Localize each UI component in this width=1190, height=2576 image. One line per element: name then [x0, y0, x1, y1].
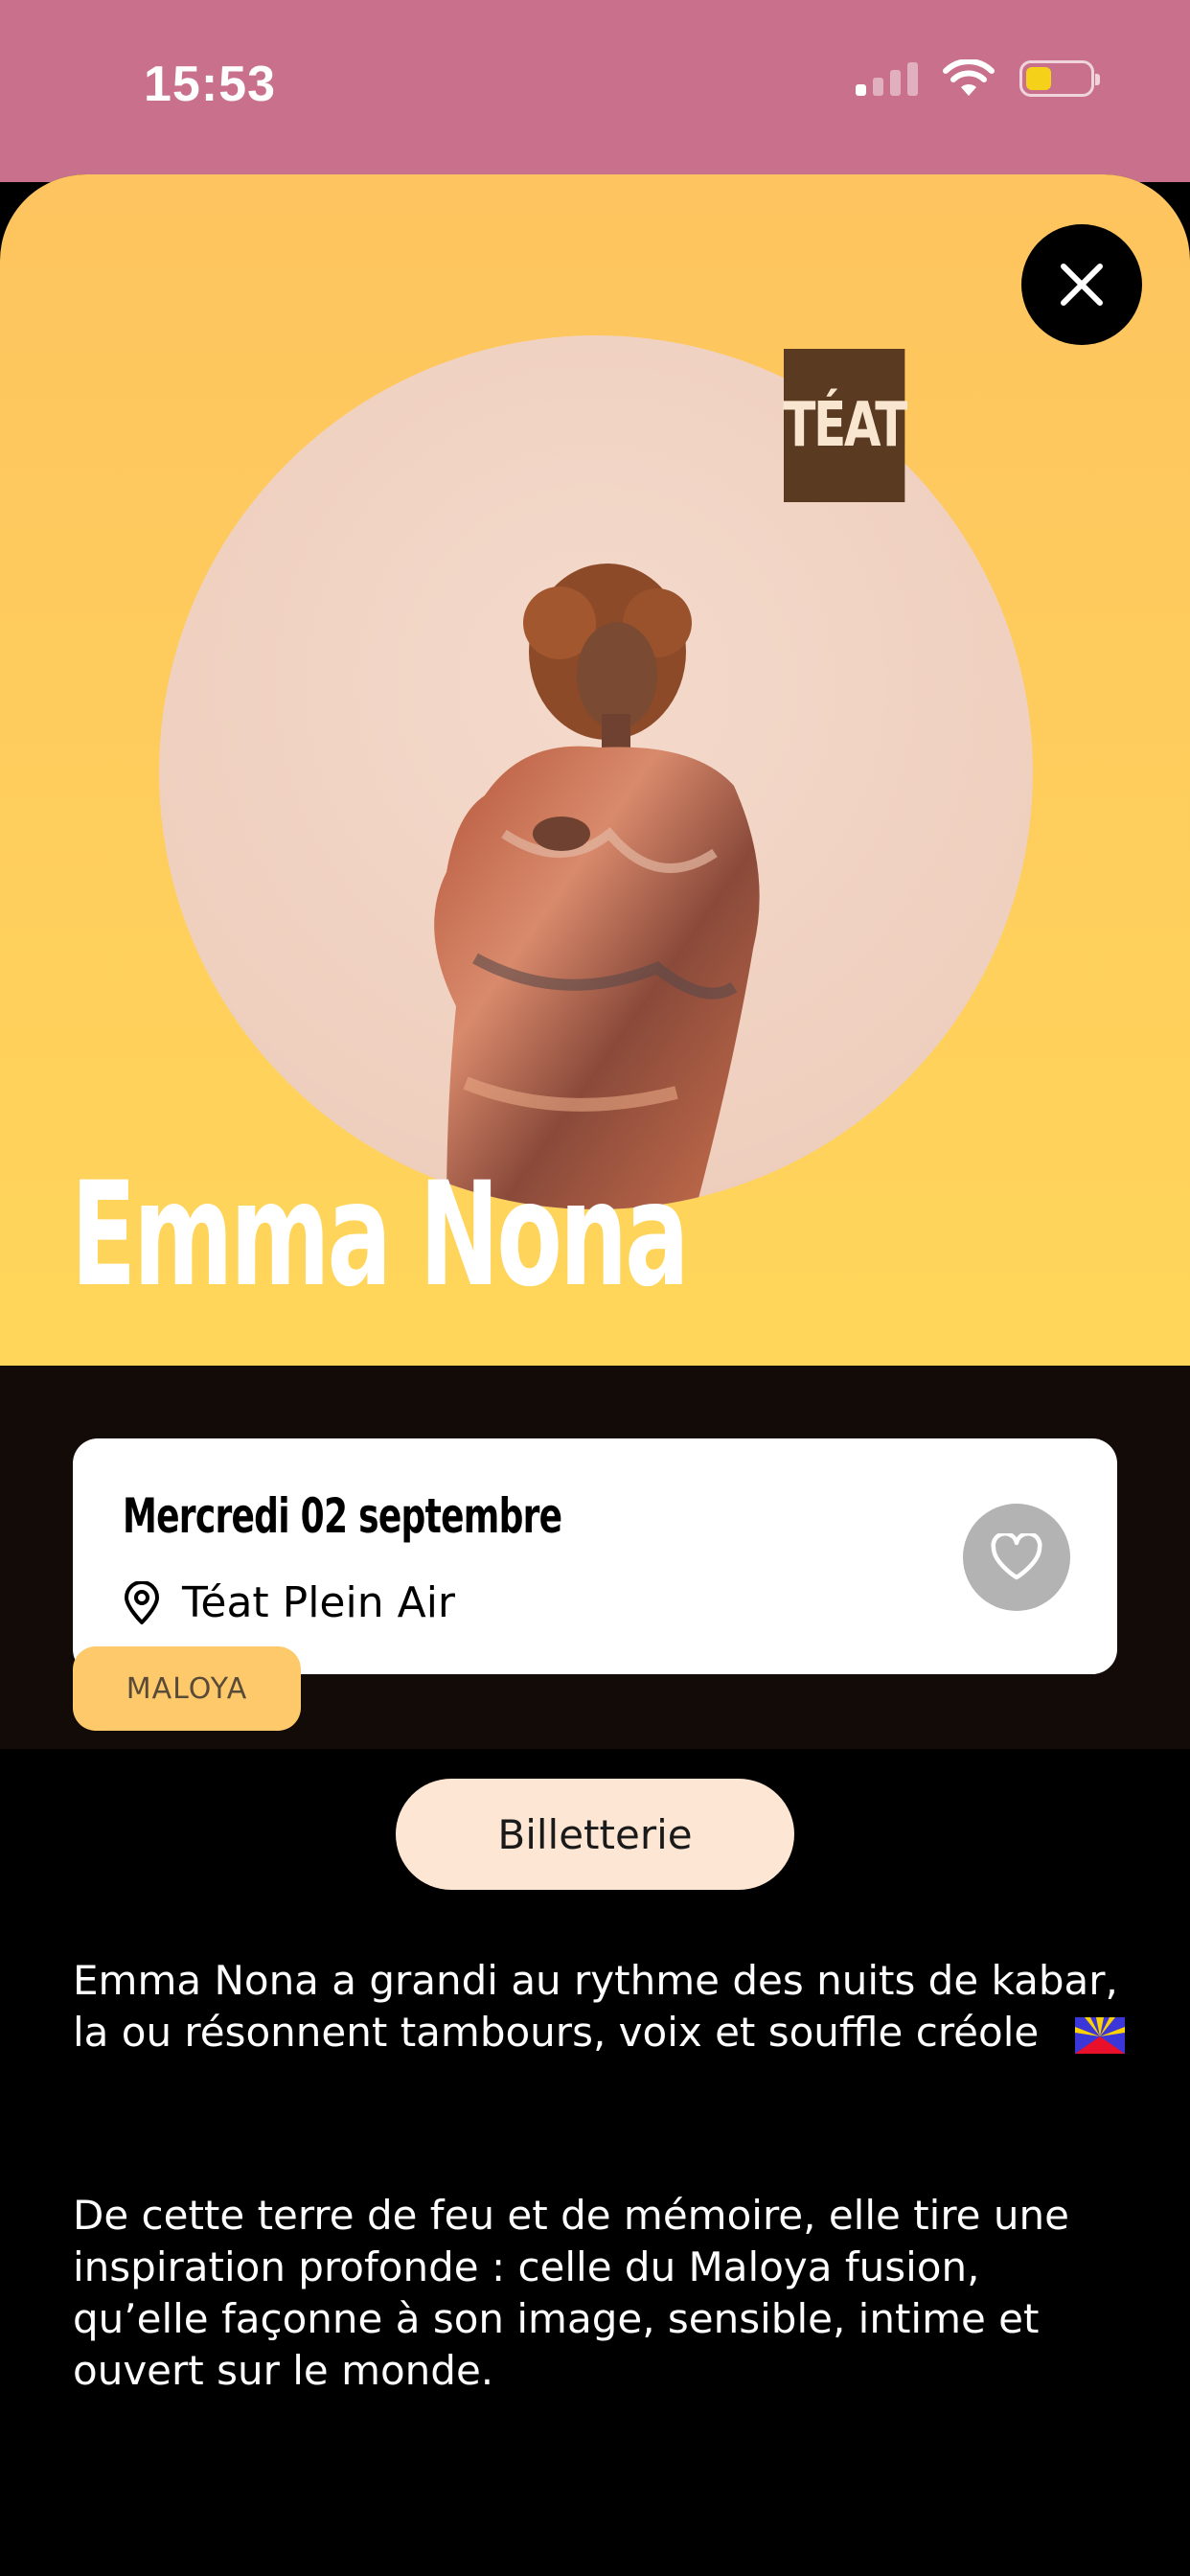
- heart-icon: [991, 1533, 1042, 1580]
- description-paragraph: Emma Nona a grandi au rythme des nuits d…: [73, 1955, 1127, 2058]
- status-icons: [856, 59, 1100, 98]
- event-detail-sheet: TÉAT Emma Nona Mercredi 02 septembre Téa…: [0, 174, 1190, 2576]
- reunion-flag-icon: [1074, 2016, 1125, 2054]
- hero-section: TÉAT Emma Nona: [0, 174, 1190, 1366]
- description-text-1: Emma Nona a grandi au rythme des nuits d…: [73, 1957, 1118, 2056]
- date-card: Mercredi 02 septembre Téat Plein Air: [73, 1438, 1117, 1674]
- venue-logo: TÉAT: [783, 349, 907, 502]
- status-bar: 15:53: [0, 0, 1190, 182]
- close-icon: [1061, 264, 1103, 306]
- event-date: Mercredi 02 septembre: [123, 1488, 562, 1544]
- favorite-button[interactable]: [963, 1504, 1070, 1611]
- venue-name: Téat Plein Air: [182, 1578, 456, 1627]
- battery-icon: [1019, 60, 1100, 97]
- description-paragraph: De cette terre de feu et de mémoire, ell…: [73, 2192, 1069, 2394]
- artist-name: Emma Nona: [71, 1152, 689, 1319]
- genre-tag[interactable]: MALOYA: [73, 1646, 301, 1731]
- venue-row: Téat Plein Air: [123, 1578, 455, 1627]
- wifi-icon: [943, 59, 995, 96]
- close-button[interactable]: [1021, 224, 1142, 345]
- location-pin-icon: [125, 1580, 159, 1624]
- cellular-signal-icon: [856, 61, 918, 96]
- venue-logo-text: TÉAT: [783, 390, 907, 461]
- ticketing-button[interactable]: Billetterie: [396, 1779, 794, 1890]
- status-time: 15:53: [144, 57, 276, 112]
